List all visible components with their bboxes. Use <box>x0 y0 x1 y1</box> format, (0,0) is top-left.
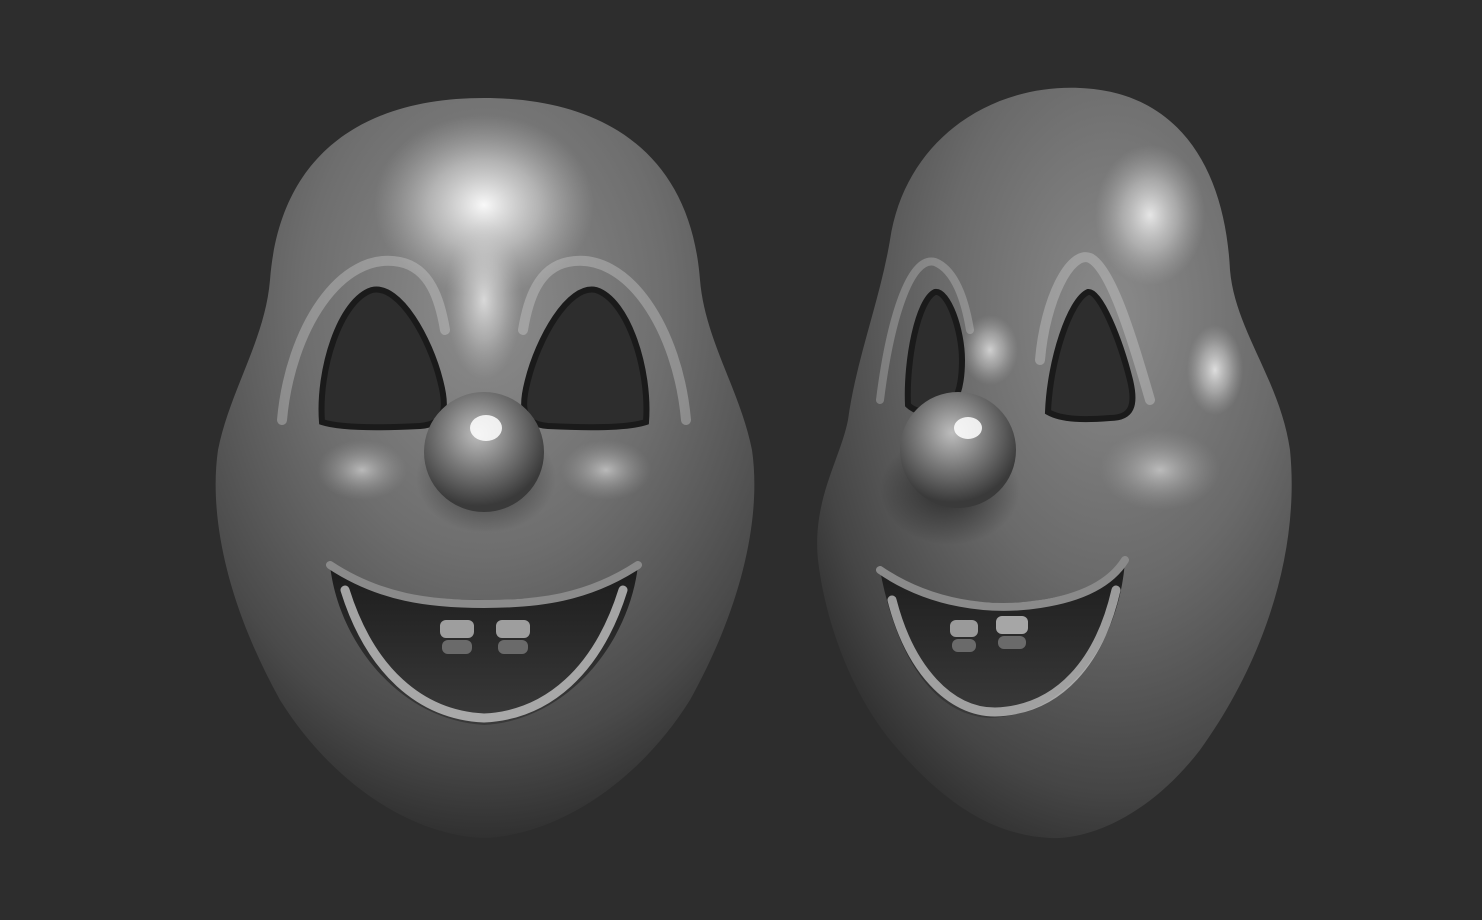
nose-highlight-3q <box>954 417 982 439</box>
cheek-highlight-3q <box>1100 430 1220 510</box>
side-cheek-highlight <box>1187 325 1243 415</box>
right-cheek-highlight <box>561 440 651 500</box>
clown-mask-three-quarter <box>817 87 1292 839</box>
clown-nose <box>424 392 544 512</box>
clown-nose-3q <box>900 392 1016 508</box>
tooth-right <box>496 620 530 638</box>
nose-highlight <box>470 415 502 441</box>
sculpt-render-scene <box>215 87 1292 839</box>
mask-three-quarter-silhouette <box>817 87 1292 839</box>
tooth-left-3q <box>950 620 978 637</box>
tooth-right-lower <box>498 640 528 654</box>
tooth-left-lower-3q <box>952 639 976 652</box>
left-cheek-highlight <box>317 440 407 500</box>
tooth-left <box>440 620 474 638</box>
temple-highlight <box>1095 145 1205 285</box>
clown-mask-front <box>215 98 755 838</box>
tooth-right-lower-3q <box>998 636 1026 649</box>
bridge-highlight <box>446 220 522 380</box>
tooth-left-lower <box>442 640 472 654</box>
tooth-right-3q <box>996 616 1028 634</box>
render-viewport <box>0 0 1482 920</box>
